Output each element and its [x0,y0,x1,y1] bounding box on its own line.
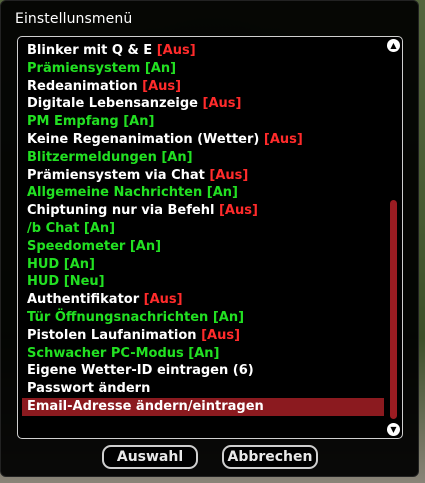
list-item[interactable]: Email-Adresse ändern/eintragen [22,397,384,416]
list-item[interactable]: Tür Öffnungsnachrichten [An] [22,309,384,327]
list-item-label: HUD [Neu] [27,274,105,290]
list-item[interactable]: Speedometer [An] [22,238,384,256]
list-item[interactable]: Redeanimation [Aus] [22,78,384,96]
list-item[interactable]: HUD [An] [22,256,384,274]
scroll-track[interactable] [390,55,397,420]
list-item-label: HUD [An] [27,256,95,272]
list-item[interactable]: Passwort ändern [22,380,384,398]
list-item[interactable]: Prämiensystem [An] [22,60,384,78]
list-item-label: /b Chat [An] [27,220,116,236]
list-item[interactable]: PM Empfang [An] [22,113,384,131]
scroll-thumb[interactable] [390,200,397,419]
list-item-label: Chiptuning nur via Befehl [27,203,215,219]
scroll-down-icon[interactable]: ▼ [387,423,400,436]
list-item-label: Schwacher PC-Modus [An] [27,345,220,361]
list-item[interactable]: Chiptuning nur via Befehl [Aus] [22,202,384,220]
list-item[interactable]: Schwacher PC-Modus [An] [22,345,384,363]
list-item-label: Prämiensystem via Chat [27,167,205,183]
list-item-status: [Aus] [142,78,182,94]
settings-list: Blinker mit Q & E [Aus] Prämiensystem [An… [22,42,384,416]
list-item[interactable]: Prämiensystem via Chat [Aus] [22,167,384,185]
list-item-status: [Aus] [209,167,249,183]
list-item[interactable]: Blinker mit Q & E [Aus] [22,42,384,60]
list-item-label: Pistolen Laufanimation [27,327,197,343]
settings-list-box: Blinker mit Q & E [Aus] Prämiensystem [An… [17,36,403,439]
list-item-label: Keine Regenanimation (Wetter) [27,131,260,147]
list-item-status: [Aus] [263,131,303,147]
list-item-label: Eigene Wetter-ID eintragen (6) [27,363,254,379]
scroll-up-icon[interactable]: ▲ [387,39,400,52]
list-item-status: [Aus] [218,203,258,219]
list-item-label: Passwort ändern [27,381,151,397]
list-item-label: Authentifikator [27,292,140,308]
list-item-label: Redeanimation [27,78,138,94]
list-item[interactable]: Blitzermeldungen [An] [22,149,384,167]
dialog-title: Einstellunsmenü [15,11,133,27]
list-item-label: Speedometer [An] [27,238,162,254]
list-item[interactable]: /b Chat [An] [22,220,384,238]
list-item-status: [Aus] [156,43,196,58]
list-item-status: [Aus] [143,292,183,308]
list-item[interactable]: Digitale Lebensanzeige [Aus] [22,95,384,113]
list-item-label: Email-Adresse ändern/eintragen [27,398,264,414]
list-item-label: Prämiensystem [An] [27,60,177,76]
list-item-label: Blinker mit Q & E [27,43,153,58]
list-item-label: Blitzermeldungen [An] [27,149,193,165]
list-item[interactable]: Allgemeine Nachrichten [An] [22,184,384,202]
list-item-status: [Aus] [202,96,242,112]
list-item-label: Digitale Lebensanzeige [27,96,198,112]
list-item-label: Tür Öffnungsnachrichten [An] [27,309,245,325]
cancel-button[interactable]: Abbrechen [222,445,318,469]
list-item[interactable]: Pistolen Laufanimation [Aus] [22,327,384,345]
list-item[interactable]: Keine Regenanimation (Wetter) [Aus] [22,131,384,149]
list-item-status: [Aus] [201,327,241,343]
scrollbar[interactable]: ▲ ▼ [387,39,400,436]
list-item-label: Allgemeine Nachrichten [An] [27,185,238,201]
settings-dialog: Einstellunsmenü Blinker mit Q & E [Aus] P… [0,0,419,477]
list-item[interactable]: HUD [Neu] [22,273,384,291]
list-item[interactable]: Eigene Wetter-ID eintragen (6) [22,362,384,380]
list-item[interactable]: Authentifikator [Aus] [22,291,384,309]
select-button[interactable]: Auswahl [102,445,198,469]
list-item-label: PM Empfang [An] [27,114,155,130]
